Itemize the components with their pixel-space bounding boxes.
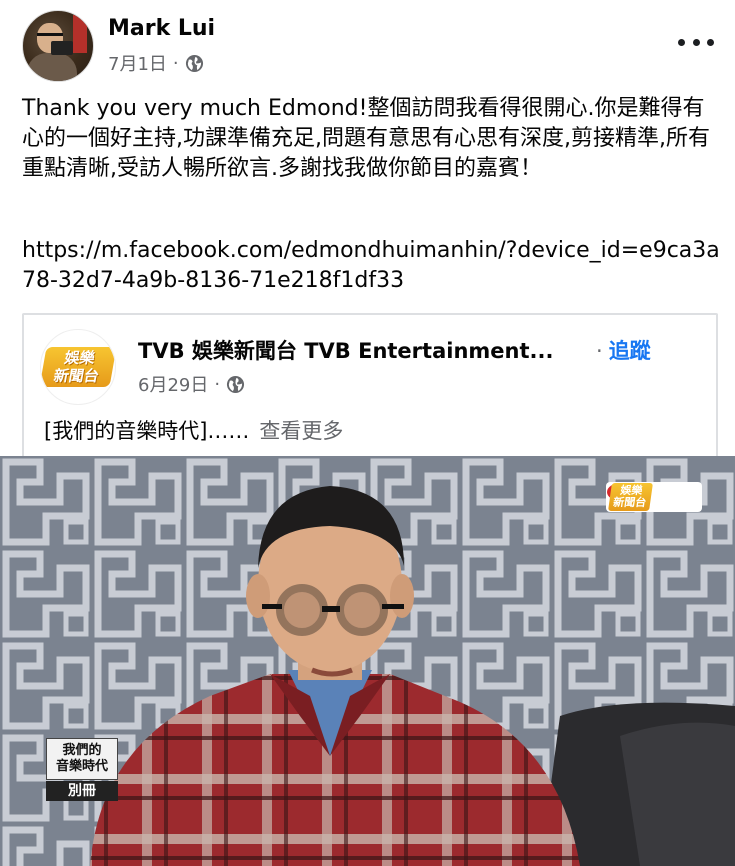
post-meta: 7月1日 ·: [108, 50, 204, 76]
caption-line3: 別冊: [46, 781, 118, 801]
shared-meta: 6月29日 ·: [138, 371, 245, 397]
logo-text-line2: 新聞台: [52, 367, 101, 385]
globe-icon: [185, 54, 203, 72]
shared-post-card[interactable]: 娛樂 新聞台 TVB 娛樂新聞台 TVB Entertainment... · 追…: [22, 313, 718, 463]
caption-line1: 我們的: [62, 743, 102, 758]
author-name[interactable]: Mark Lui: [108, 16, 215, 41]
follow-separator: ·: [596, 339, 603, 363]
post-link[interactable]: https://m.facebook.com/edmondhuimanhin/?…: [22, 236, 722, 296]
post-header: Mark Lui 7月1日 ·: [22, 10, 722, 82]
post-text: Thank you very much Edmond!整個訪問我看得很開心.你是…: [22, 96, 710, 181]
logo-text-line1: 娛樂: [62, 349, 97, 367]
tvb-watermark: 娛樂 新聞台: [606, 482, 702, 512]
follow-label: 追蹤: [608, 339, 651, 363]
post-date[interactable]: 7月1日: [108, 50, 167, 76]
page-logo[interactable]: 娛樂 新聞台: [40, 329, 116, 405]
more-options-button[interactable]: [678, 32, 714, 52]
badge-text-line2: 新聞台: [612, 496, 648, 509]
program-caption: 我們的 音樂時代 別冊: [46, 738, 118, 808]
shared-post-text: [我們的音樂時代]…… 查看更多: [44, 415, 343, 445]
video-thumbnail[interactable]: 娛樂 新聞台 我們的 音樂時代 別冊: [0, 456, 735, 866]
shared-meta-separator: ·: [214, 373, 221, 395]
globe-icon: [227, 375, 245, 393]
more-dots-icon: [678, 38, 685, 46]
follow-button[interactable]: · 追蹤: [596, 335, 651, 365]
see-more-link[interactable]: 查看更多: [259, 419, 343, 443]
shared-page-name[interactable]: TVB 娛樂新聞台 TVB Entertainment...: [138, 335, 553, 365]
meta-separator: ·: [172, 52, 179, 74]
shared-text: [我們的音樂時代]……: [44, 419, 250, 443]
author-avatar[interactable]: [22, 10, 94, 82]
caption-line2: 音樂時代: [55, 759, 108, 774]
shared-date[interactable]: 6月29日: [138, 371, 208, 397]
